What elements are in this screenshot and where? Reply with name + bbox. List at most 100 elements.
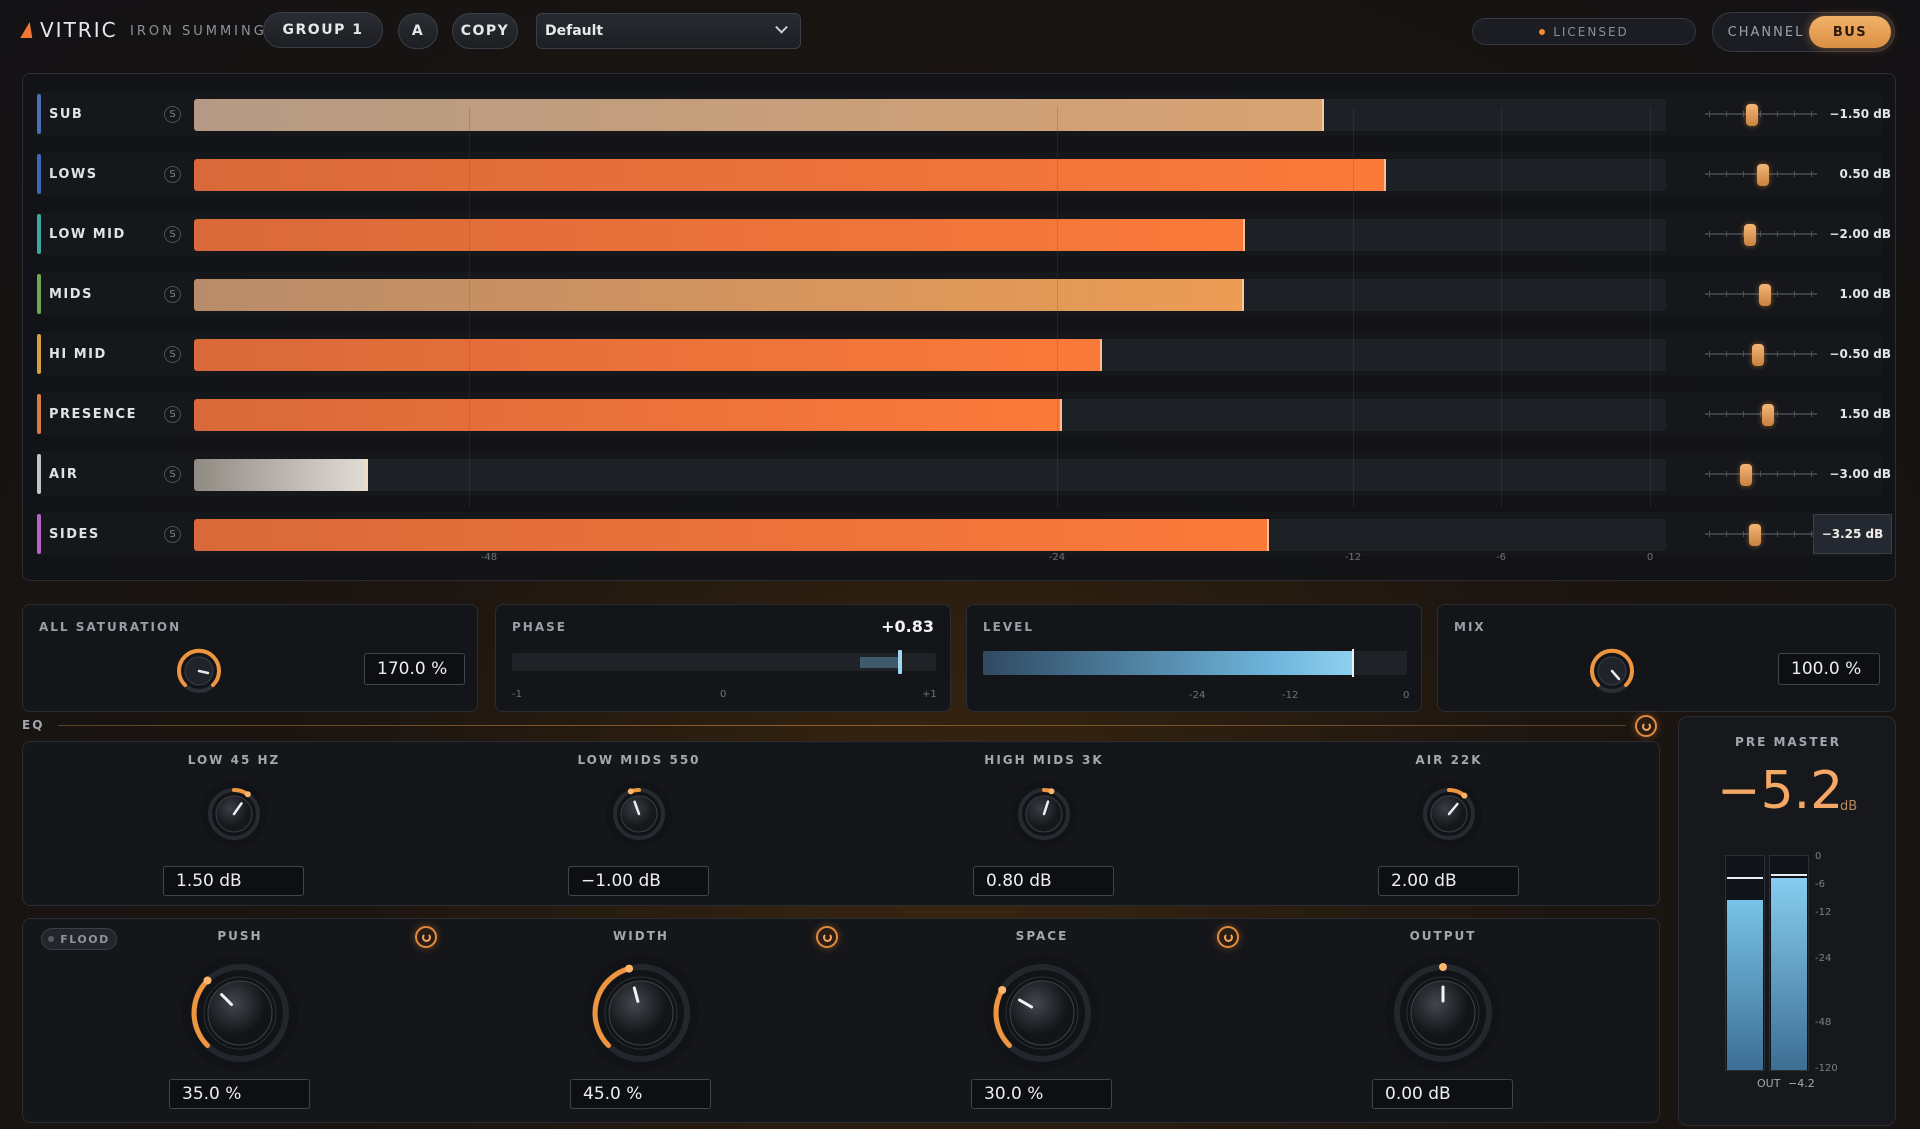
all-saturation-knob[interactable]: [171, 643, 227, 699]
flood-toggle[interactable]: FLOOD: [41, 928, 117, 950]
band-gain-value[interactable]: −0.50 dB: [1813, 332, 1891, 376]
band-meter[interactable]: [194, 279, 1666, 311]
band-gain-thumb[interactable]: [1749, 524, 1761, 546]
eq-knob[interactable]: [198, 778, 270, 850]
band-gain-slider[interactable]: [1705, 473, 1817, 475]
macro-power-button[interactable]: [415, 926, 437, 948]
band-gain-slider[interactable]: [1705, 533, 1817, 535]
band-meter[interactable]: [194, 399, 1666, 431]
solo-button[interactable]: S: [164, 286, 181, 303]
flood-led-icon: [48, 936, 55, 942]
macro-value[interactable]: 30.0 %: [971, 1079, 1112, 1109]
phase-thumb[interactable]: [898, 650, 902, 674]
scale-label: -24: [1048, 552, 1066, 563]
solo-button[interactable]: S: [164, 526, 181, 543]
power-icon: [1223, 932, 1233, 942]
slider-tick: [1726, 171, 1727, 177]
eq-power-button[interactable]: [1635, 715, 1657, 737]
band-gain-thumb[interactable]: [1740, 464, 1752, 486]
band-gain-value[interactable]: −1.50 dB: [1813, 92, 1891, 136]
macro-knob[interactable]: [1381, 951, 1505, 1075]
solo-button[interactable]: S: [164, 406, 181, 423]
solo-button[interactable]: S: [164, 106, 181, 123]
flame-icon: [20, 22, 36, 38]
eq-band-value[interactable]: −1.00 dB: [568, 866, 709, 896]
band-gain-value[interactable]: −3.25 dB: [1813, 514, 1892, 554]
band-gain-value[interactable]: 1.50 dB: [1813, 392, 1891, 436]
band-gain-thumb[interactable]: [1762, 404, 1774, 426]
mode-channel-button[interactable]: CHANNEL: [1723, 13, 1809, 51]
grid-line: [1353, 107, 1354, 507]
macro-value[interactable]: 35.0 %: [169, 1079, 310, 1109]
eq-band-value[interactable]: 1.50 dB: [163, 866, 304, 896]
all-saturation-value[interactable]: 170.0 %: [364, 653, 465, 685]
preset-dropdown[interactable]: Default: [536, 13, 801, 49]
band-meter-fill: [194, 279, 1244, 311]
level-label: LEVEL: [983, 620, 1034, 634]
band-gain-thumb[interactable]: [1759, 284, 1771, 306]
solo-button[interactable]: S: [164, 346, 181, 363]
macro-power-button[interactable]: [1217, 926, 1239, 948]
mix-knob[interactable]: [1584, 643, 1640, 699]
slider-tick: [1709, 291, 1710, 297]
band-meter[interactable]: [194, 159, 1666, 191]
band-gain-value[interactable]: 0.50 dB: [1813, 152, 1891, 196]
band-gain-slider[interactable]: [1705, 413, 1817, 415]
slider-tick: [1709, 411, 1710, 417]
band-meter-fill: [194, 219, 1245, 251]
pre-master-label: PRE MASTER: [1735, 735, 1841, 749]
band-gain-slider[interactable]: [1705, 233, 1817, 235]
eq-knob[interactable]: [1413, 778, 1485, 850]
macro-knob[interactable]: [178, 951, 302, 1075]
band-meter[interactable]: [194, 339, 1666, 371]
slider-tick: [1777, 111, 1778, 117]
macro-value[interactable]: 45.0 %: [570, 1079, 711, 1109]
mix-value[interactable]: 100.0 %: [1778, 653, 1880, 685]
eq-band-value[interactable]: 2.00 dB: [1378, 866, 1519, 896]
slider-tick: [1709, 111, 1710, 117]
power-icon: [1641, 721, 1651, 731]
grid-line: [1650, 107, 1651, 507]
pre-master-panel: PRE MASTER −5.2 dB 0 -6 -12 -24 -48 -120 OUT …: [1678, 716, 1896, 1126]
macro-knob[interactable]: [579, 951, 703, 1075]
mode-switch[interactable]: CHANNEL BUS: [1712, 12, 1895, 52]
eq-knob[interactable]: [603, 778, 675, 850]
copy-button[interactable]: COPY: [452, 13, 518, 49]
band-gain-slider[interactable]: [1705, 113, 1817, 115]
slider-tick: [1794, 351, 1795, 357]
band-gain-thumb[interactable]: [1746, 104, 1758, 126]
band-meter[interactable]: [194, 219, 1666, 251]
slider-tick: [1709, 471, 1710, 477]
mode-bus-button[interactable]: BUS: [1809, 16, 1891, 48]
phase-slider[interactable]: [512, 650, 936, 674]
solo-button[interactable]: S: [164, 166, 181, 183]
solo-button[interactable]: S: [164, 226, 181, 243]
slider-tick: [1777, 531, 1778, 537]
meter-left-fill: [1727, 900, 1763, 1070]
group-button[interactable]: GROUP 1: [263, 12, 383, 48]
eq-knob[interactable]: [1008, 778, 1080, 850]
band-accent: [37, 454, 41, 494]
macro-power-button[interactable]: [816, 926, 838, 948]
slider-tick: [1794, 231, 1795, 237]
solo-button[interactable]: S: [164, 466, 181, 483]
level-meter[interactable]: [983, 649, 1407, 677]
band-meter[interactable]: [194, 519, 1666, 551]
band-gain-value[interactable]: −3.00 dB: [1813, 452, 1891, 496]
eq-band-value[interactable]: 0.80 dB: [973, 866, 1114, 896]
band-meter[interactable]: [194, 99, 1666, 131]
band-gain-value[interactable]: −2.00 dB: [1813, 212, 1891, 256]
slider-tick: [1811, 291, 1812, 297]
macro-knob[interactable]: [980, 951, 1104, 1075]
pre-master-unit: dB: [1840, 799, 1858, 814]
band-gain-value[interactable]: 1.00 dB: [1813, 272, 1891, 316]
slider-tick: [1709, 351, 1710, 357]
band-gain-thumb[interactable]: [1752, 344, 1764, 366]
macro-value[interactable]: 0.00 dB: [1372, 1079, 1513, 1109]
band-gain-thumb[interactable]: [1757, 164, 1769, 186]
band-meter[interactable]: [194, 459, 1666, 491]
band-name: HI MID: [49, 346, 107, 362]
ab-button[interactable]: A: [398, 13, 438, 49]
band-gain-thumb[interactable]: [1744, 224, 1756, 246]
pre-master-value: −5.2: [1717, 761, 1844, 821]
